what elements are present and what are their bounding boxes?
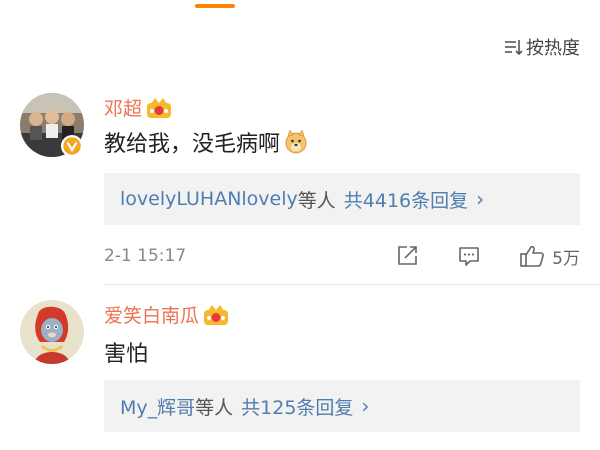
chevron-right-icon: › (361, 394, 370, 418)
crown-icon (146, 97, 172, 119)
reply-count[interactable]: 共4416条回复 (344, 186, 468, 213)
sort-by-hot-button[interactable]: 按热度 (503, 34, 580, 60)
reply-summary[interactable]: lovelyLUHANlovely 等人 共4416条回复 › (104, 173, 580, 225)
crown-icon (203, 304, 229, 326)
like-count: 5万 (552, 248, 580, 269)
comment-text: 教给我，没毛病啊 (104, 126, 308, 158)
chevron-right-icon: › (476, 187, 485, 211)
doge-icon (284, 130, 308, 154)
comment-meta: 2-1 15:17 5万 (104, 242, 580, 270)
comment-icon[interactable] (456, 244, 482, 268)
share-icon[interactable] (394, 244, 420, 268)
timestamp: 2-1 15:17 (104, 246, 187, 266)
reply-connector: 等人 (195, 396, 234, 419)
reply-users-link[interactable]: My_辉哥 (120, 393, 195, 420)
active-tab-indicator (195, 4, 235, 8)
reply-count[interactable]: 共125条回复 (241, 393, 353, 420)
avatar[interactable] (20, 300, 84, 364)
reply-users-link[interactable]: lovelyLUHANlovely (120, 188, 298, 210)
reply-connector: 等人 (297, 189, 336, 212)
divider (104, 284, 600, 285)
reply-summary[interactable]: My_辉哥 等人 共125条回复 › (104, 380, 580, 432)
sort-icon (503, 38, 523, 56)
username[interactable]: 爱笑白南瓜 (104, 301, 229, 328)
thumbs-up-icon[interactable] (518, 244, 546, 268)
verified-v-icon (61, 135, 83, 157)
comment-text: 害怕 (104, 342, 149, 367)
username[interactable]: 邓超 (104, 94, 172, 121)
action-bar: 5万 (394, 242, 580, 270)
sort-label: 按热度 (526, 38, 580, 59)
